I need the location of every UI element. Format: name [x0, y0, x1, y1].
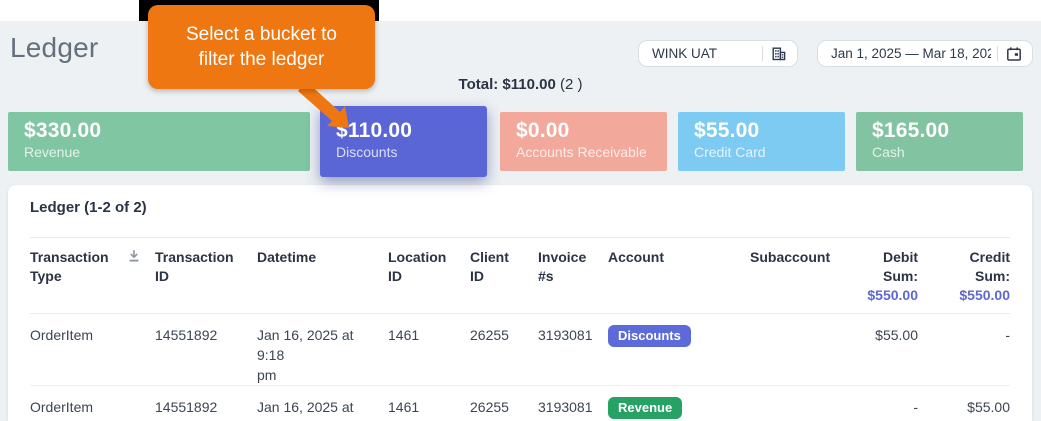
cell-account: Revenue: [608, 386, 750, 421]
date-range-value: Jan 1, 2025 — Mar 18, 2025: [831, 46, 991, 61]
col-header-debit-sum[interactable]: Debit Sum: $550.00: [830, 238, 918, 314]
credit-sum-value[interactable]: $550.00: [918, 286, 1010, 305]
bucket-filter-tooltip: Select a bucket to filter the ledger: [148, 5, 375, 89]
field-divider: [997, 46, 998, 61]
calendar-icon[interactable]: [1006, 46, 1022, 62]
cell-subaccount: [750, 314, 830, 386]
cell-debit: $55.00: [830, 314, 918, 386]
cell-transaction-id: 14551892: [155, 314, 257, 386]
bucket-revenue[interactable]: $330.00 Revenue: [8, 112, 310, 171]
bucket-label: Discounts: [336, 144, 487, 160]
col-header-label: Transaction Type: [30, 249, 109, 284]
cell-credit: $55.00: [918, 386, 1010, 421]
ledger-page: Ledger WINK UAT Jan 1, 2025 — Mar 18, 20…: [0, 0, 1041, 421]
cell-invoice: 3193081: [538, 314, 608, 386]
total-label: Total:: [459, 76, 499, 93]
bucket-discounts[interactable]: $110.00 Discounts: [320, 106, 487, 177]
bucket-amount: $0.00: [516, 119, 667, 143]
bucket-amount: $330.00: [24, 119, 310, 143]
cell-datetime: Jan 16, 2025 at 9:18 pm: [257, 314, 388, 386]
bucket-label: Cash: [872, 144, 1023, 160]
account-badge-revenue: Revenue: [608, 397, 682, 419]
bucket-amount: $55.00: [694, 119, 845, 143]
datetime-line1: Jan 16, 2025 at 9:18: [257, 327, 354, 363]
bucket-credit-card[interactable]: $55.00 Credit Card: [678, 112, 845, 171]
bucket-label: Accounts Receivable: [516, 144, 667, 160]
bucket-label: Revenue: [24, 144, 310, 160]
col-header-client-id[interactable]: Client ID: [470, 238, 538, 314]
col-header-label: Credit Sum:: [960, 248, 1010, 286]
bucket-label: Credit Card: [694, 144, 845, 160]
total-amount: $110.00: [502, 76, 555, 93]
bucket-accounts-receivable[interactable]: $0.00 Accounts Receivable: [500, 112, 667, 171]
col-header-transaction-type[interactable]: Transaction Type: [30, 238, 155, 314]
datetime-line1: Jan 16, 2025 at 9:18: [257, 399, 354, 421]
ledger-table: Transaction Type Transaction ID Dat: [30, 237, 1010, 421]
col-header-datetime[interactable]: Datetime: [257, 238, 388, 314]
cell-datetime: Jan 16, 2025 at 9:18 pm: [257, 386, 388, 421]
datetime-line2: pm: [257, 367, 276, 383]
ledger-card: Ledger (1-2 of 2) Transaction Type: [8, 185, 1032, 421]
cell-transaction-type: OrderItem: [30, 314, 155, 386]
cell-transaction-id: 14551892: [155, 386, 257, 421]
venue-selector-value: WINK UAT: [652, 46, 756, 61]
cell-location-id: 1461: [388, 314, 470, 386]
bucket-amount: $165.00: [872, 119, 1023, 143]
table-row[interactable]: OrderItem 14551892 Jan 16, 2025 at 9:18 …: [30, 314, 1010, 386]
cell-transaction-type: OrderItem: [30, 386, 155, 421]
download-sort-icon[interactable]: [127, 249, 141, 268]
cell-subaccount: [750, 386, 830, 421]
col-header-invoice[interactable]: Invoice #s: [538, 238, 608, 314]
debit-sum-value[interactable]: $550.00: [830, 286, 918, 305]
building-icon[interactable]: [771, 46, 787, 62]
col-header-subaccount[interactable]: Subaccount: [750, 238, 830, 314]
table-row[interactable]: OrderItem 14551892 Jan 16, 2025 at 9:18 …: [30, 386, 1010, 421]
col-header-credit-sum[interactable]: Credit Sum: $550.00: [918, 238, 1010, 314]
bucket-row: $330.00 Revenue $110.00 Discounts $0.00 …: [8, 106, 1033, 177]
col-header-account[interactable]: Account: [608, 238, 750, 314]
cell-credit: -: [918, 314, 1010, 386]
table-header-row: Transaction Type Transaction ID Dat: [30, 238, 1010, 314]
page-title: Ledger: [10, 32, 98, 64]
date-range-picker[interactable]: Jan 1, 2025 — Mar 18, 2025: [817, 40, 1033, 67]
ledger-table-title: Ledger (1-2 of 2): [30, 199, 147, 216]
tooltip-text-line2: filter the ledger: [148, 47, 375, 72]
cell-location-id: 1461: [388, 386, 470, 421]
field-divider: [762, 46, 763, 61]
account-badge-discounts: Discounts: [608, 325, 691, 347]
cell-client-id: 26255: [470, 314, 538, 386]
cell-client-id: 26255: [470, 386, 538, 421]
bucket-cash[interactable]: $165.00 Cash: [856, 112, 1023, 171]
cell-invoice: 3193081: [538, 386, 608, 421]
tooltip-text-line1: Select a bucket to: [148, 22, 375, 47]
total-count: (2 ): [560, 76, 583, 93]
venue-selector[interactable]: WINK UAT: [638, 40, 798, 67]
cell-account: Discounts: [608, 314, 750, 386]
col-header-label: Debit Sum:: [872, 248, 918, 286]
cell-debit: -: [830, 386, 918, 421]
bucket-amount: $110.00: [336, 119, 487, 143]
col-header-transaction-id[interactable]: Transaction ID: [155, 238, 257, 314]
col-header-location-id[interactable]: Location ID: [388, 238, 470, 314]
